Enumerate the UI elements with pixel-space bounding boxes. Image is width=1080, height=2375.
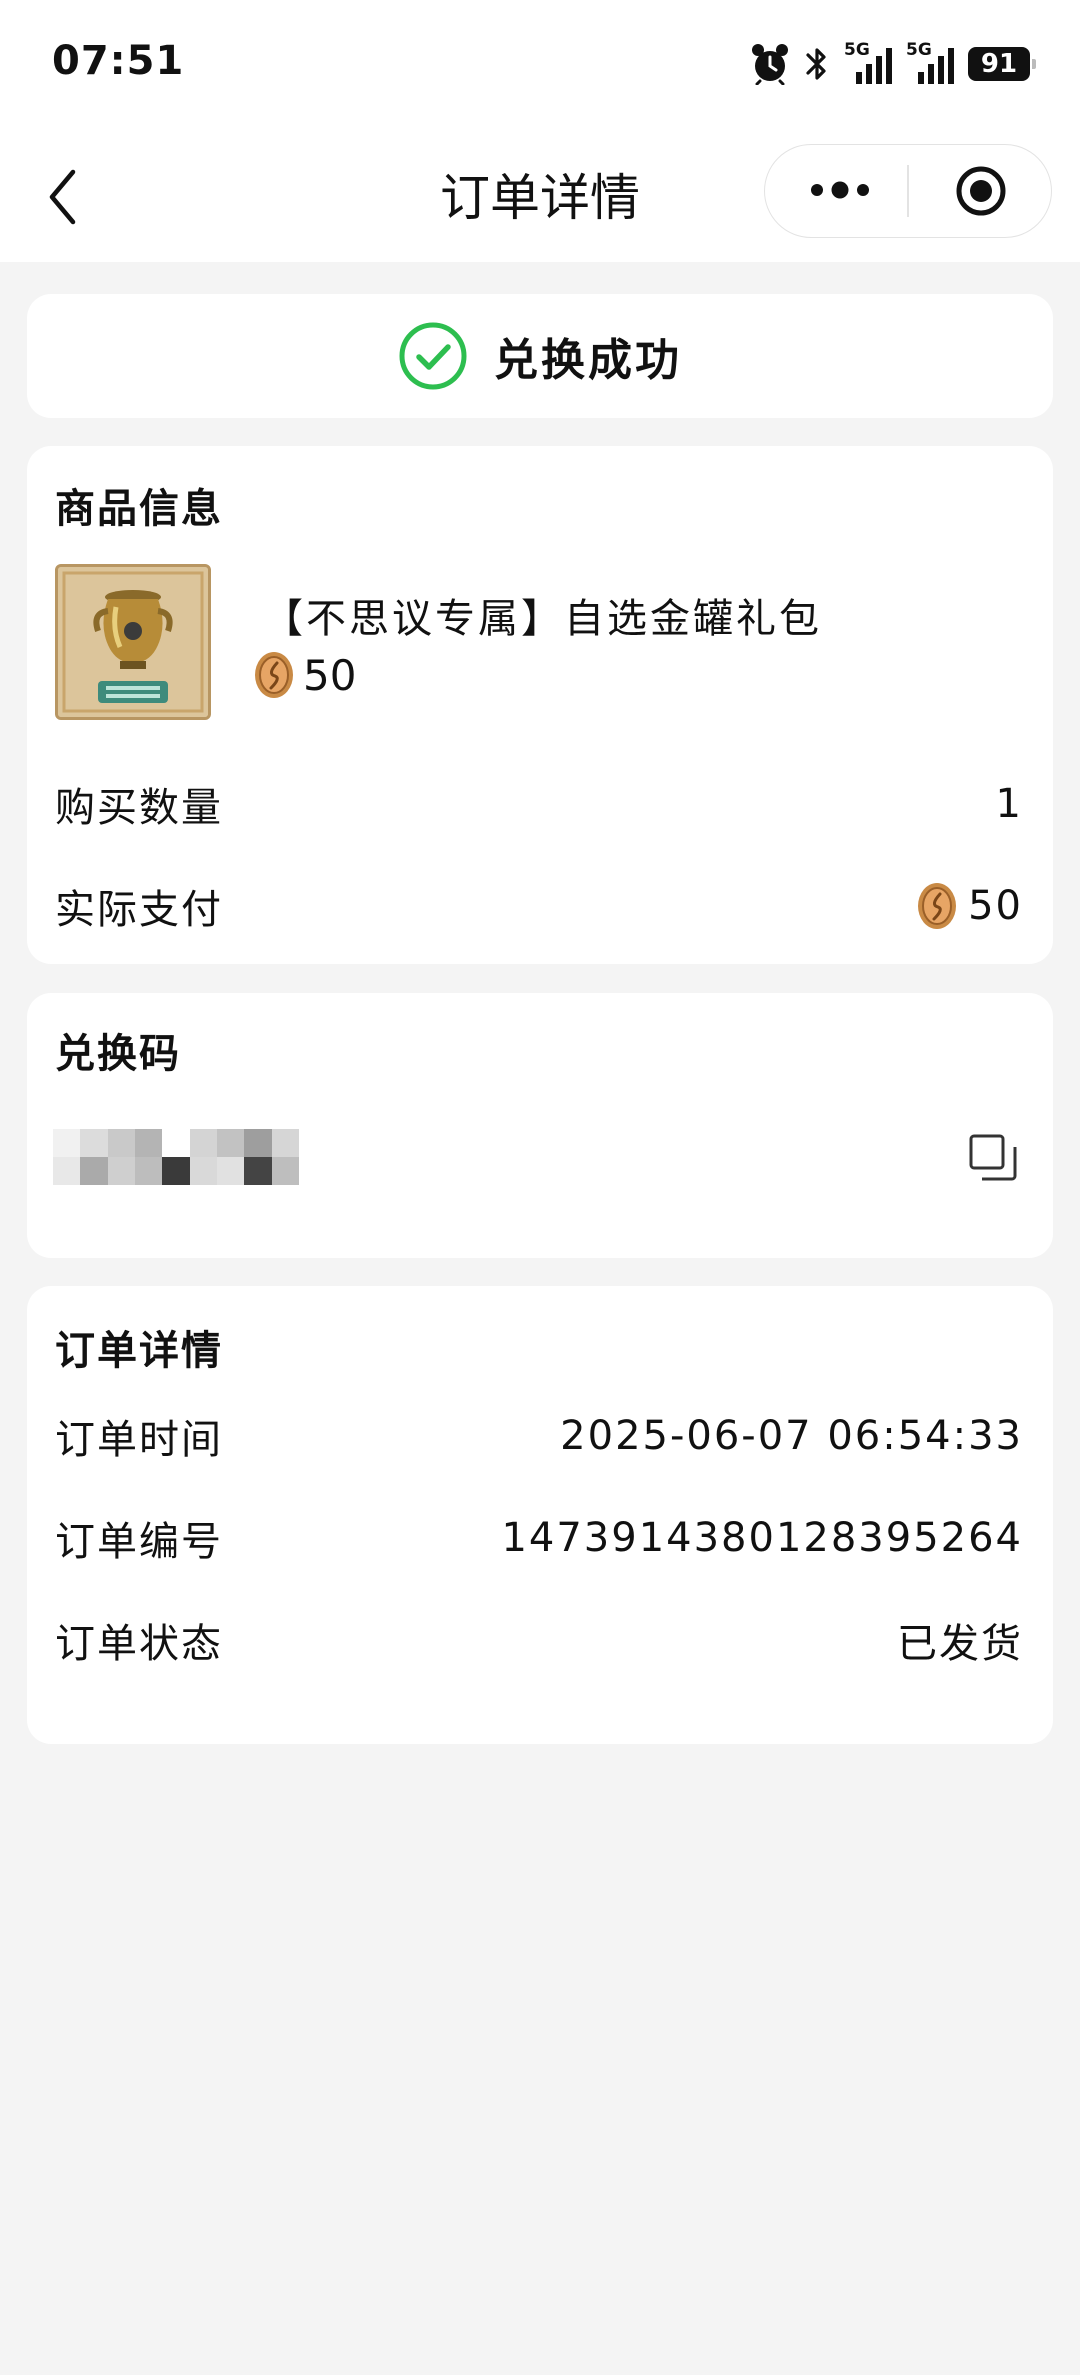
goods-price-value: 50 (303, 650, 357, 700)
success-text: 兑换成功 (494, 335, 682, 386)
order-number-row: 订单编号 1473914380128395264 (55, 1508, 1023, 1568)
goods-section-title: 商品信息 (55, 486, 223, 532)
coin-icon (918, 883, 957, 929)
alarm-icon (752, 44, 788, 85)
status-icons: 5G 5G 91 (750, 38, 1036, 90)
more-button[interactable] (805, 165, 875, 215)
goods-thumbnail (55, 564, 211, 720)
redeem-section-title: 兑换码 (55, 1031, 181, 1077)
order-number-label: 订单编号 (55, 1519, 223, 1565)
paid-label: 实际支付 (55, 887, 223, 933)
copy-button[interactable] (968, 1133, 1018, 1183)
order-section-title: 订单详情 (55, 1328, 223, 1374)
target-circle-icon (956, 166, 1006, 216)
more-dots-icon (811, 181, 869, 199)
goods-name: 【不思议专属】自选金罐礼包 (263, 596, 822, 642)
order-number-value: 1473914380128395264 (501, 1515, 1023, 1561)
coin-icon (255, 652, 293, 698)
order-time-value: 2025-06-07 06:54:33 (560, 1413, 1023, 1459)
order-status-row: 订单状态 已发货 (55, 1610, 1023, 1670)
goods-info-card: 商品信息 【不思议专属】自选金罐礼包 50 购买数量 1 实际支付 50 (27, 446, 1053, 964)
paid-value: 50 (968, 883, 1023, 929)
paid-row: 实际支付 50 (55, 876, 1023, 936)
order-time-label: 订单时间 (55, 1417, 223, 1463)
check-circle-icon (399, 322, 467, 390)
order-detail-card: 订单详情 订单时间 2025-06-07 06:54:33 订单编号 14739… (27, 1286, 1053, 1744)
bluetooth-icon (806, 48, 826, 80)
battery-indicator: 91 (968, 47, 1036, 81)
signal-1-icon: 5G (844, 40, 892, 86)
copy-icon (969, 1134, 1017, 1181)
nav-bar: 订单详情 (0, 130, 1080, 262)
quantity-row: 购买数量 1 (55, 774, 1023, 834)
quantity-label: 购买数量 (55, 785, 223, 831)
quantity-value: 1 (995, 781, 1023, 827)
status-time: 07:51 (52, 38, 185, 84)
redeem-code-masked (53, 1129, 299, 1185)
signal-2-icon: 5G (906, 40, 954, 86)
paid-amount: 50 (916, 881, 1023, 931)
order-status-label: 订单状态 (55, 1621, 223, 1667)
status-bar: 07:51 5G 5G 91 (0, 0, 1080, 130)
success-banner: 兑换成功 (27, 294, 1053, 418)
close-miniprogram-button[interactable] (955, 165, 1007, 217)
miniprogram-capsule (764, 144, 1052, 238)
order-time-row: 订单时间 2025-06-07 06:54:33 (55, 1406, 1023, 1466)
golden-jar-image (58, 567, 208, 717)
goods-price: 50 (253, 650, 356, 700)
capsule-divider (907, 165, 909, 217)
order-status-value: 已发货 (897, 1621, 1023, 1667)
redeem-code-card: 兑换码 (27, 993, 1053, 1258)
